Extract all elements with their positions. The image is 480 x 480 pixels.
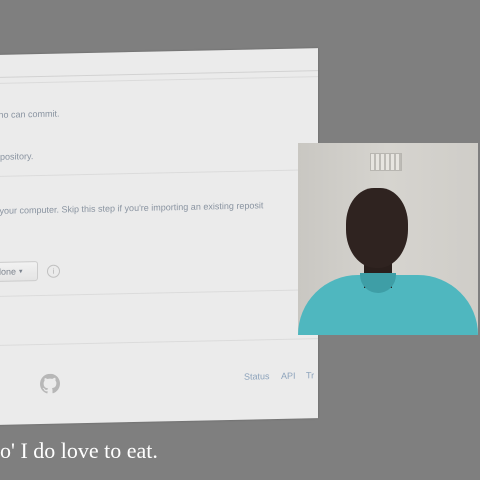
clone-button[interactable]: lone ▾ (0, 261, 38, 282)
ceiling-vent (370, 153, 402, 171)
repository-text: repository. (0, 151, 34, 162)
chevron-down-icon: ▾ (19, 268, 23, 276)
footer-divider (0, 338, 318, 346)
repo-setup-panel: who can commit. repository. o your compu… (0, 76, 318, 335)
clone-button-label: lone (0, 266, 17, 277)
github-logo-icon[interactable] (40, 373, 60, 394)
footer-link-api[interactable]: API (281, 371, 296, 381)
permission-text: who can commit. (0, 108, 60, 120)
browser-window: who can commit. repository. o your compu… (0, 48, 318, 426)
subtitle-caption: o' I do love to eat. (0, 438, 158, 463)
presenter-head (346, 188, 408, 268)
section-divider (0, 169, 318, 177)
info-icon[interactable]: i (47, 264, 60, 278)
clone-instructions-text: o your computer. Skip this step if you'r… (0, 200, 264, 216)
footer-link-status[interactable]: Status (244, 371, 270, 382)
footer-link-training[interactable]: Tr (306, 370, 314, 380)
webcam-video (298, 143, 478, 335)
section-divider (0, 289, 318, 297)
screen: who can commit. repository. o your compu… (0, 0, 480, 480)
